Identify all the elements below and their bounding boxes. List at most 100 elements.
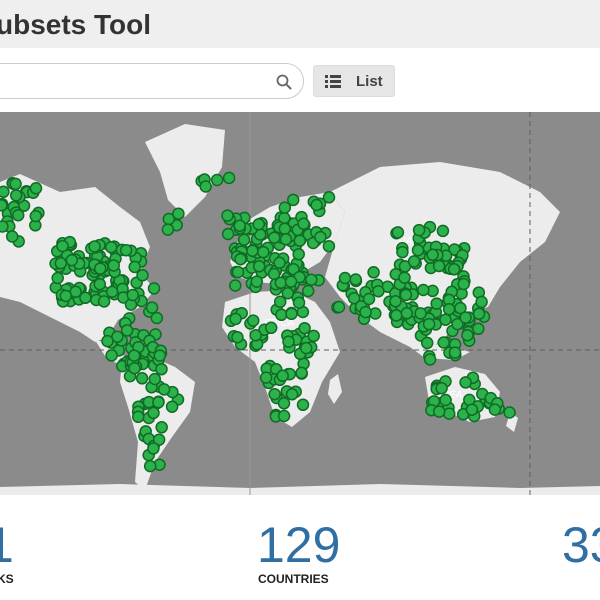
site-marker[interactable] <box>488 403 502 416</box>
site-marker[interactable] <box>152 396 165 409</box>
site-marker[interactable] <box>268 231 281 244</box>
site-marker[interactable] <box>136 269 149 282</box>
site-marker[interactable] <box>275 308 288 322</box>
site-marker[interactable] <box>423 353 437 366</box>
site-marker[interactable] <box>246 244 259 258</box>
site-marker[interactable] <box>465 403 479 416</box>
site-marker[interactable] <box>295 366 308 380</box>
site-marker[interactable] <box>417 283 430 297</box>
site-marker[interactable] <box>414 307 427 320</box>
site-marker[interactable] <box>231 265 245 279</box>
site-marker[interactable] <box>252 260 266 273</box>
site-marker[interactable] <box>147 406 160 420</box>
site-marker[interactable] <box>447 263 461 276</box>
site-marker[interactable] <box>442 302 456 316</box>
site-marker[interactable] <box>199 180 212 193</box>
site-marker[interactable] <box>432 259 446 273</box>
site-marker[interactable] <box>79 291 92 305</box>
site-marker[interactable] <box>127 349 141 362</box>
site-marker[interactable] <box>93 277 107 291</box>
site-marker[interactable] <box>233 219 246 232</box>
site-marker[interactable] <box>305 273 318 286</box>
site-marker[interactable] <box>249 329 262 342</box>
site-marker[interactable] <box>264 321 278 335</box>
site-marker[interactable] <box>0 199 8 212</box>
site-marker[interactable] <box>420 336 434 350</box>
site-marker[interactable] <box>281 286 295 300</box>
site-marker[interactable] <box>165 400 179 413</box>
site-marker[interactable] <box>59 289 73 303</box>
site-marker[interactable] <box>5 230 19 243</box>
site-marker[interactable] <box>147 442 160 455</box>
site-marker[interactable] <box>293 234 307 247</box>
site-marker[interactable] <box>234 252 247 266</box>
site-marker[interactable] <box>229 279 242 292</box>
site-marker[interactable] <box>148 372 162 386</box>
site-marker[interactable] <box>442 407 456 420</box>
site-marker[interactable] <box>412 223 426 237</box>
site-marker[interactable] <box>422 317 436 331</box>
site-marker[interactable] <box>349 273 362 286</box>
site-marker[interactable] <box>389 295 402 308</box>
site-marker[interactable] <box>279 233 293 246</box>
site-marker[interactable] <box>161 223 175 236</box>
site-marker[interactable] <box>407 255 421 268</box>
search-box[interactable] <box>0 63 304 99</box>
site-marker[interactable] <box>221 227 235 241</box>
site-marker[interactable] <box>297 217 310 231</box>
site-marker[interactable] <box>285 387 299 401</box>
site-marker[interactable] <box>436 224 450 238</box>
site-marker[interactable] <box>278 201 292 214</box>
site-marker[interactable] <box>105 349 118 362</box>
site-marker[interactable] <box>157 383 171 396</box>
site-marker[interactable] <box>172 207 185 220</box>
site-marker[interactable] <box>222 171 236 185</box>
site-marker[interactable] <box>65 253 79 267</box>
site-marker[interactable] <box>268 387 281 401</box>
site-marker[interactable] <box>29 182 43 195</box>
site-marker[interactable] <box>390 309 403 322</box>
world-map[interactable]: Atlantic Ocean FRICA SIA Indian Ocean Pa… <box>0 112 600 495</box>
site-marker[interactable] <box>126 288 140 302</box>
site-marker[interactable] <box>11 208 25 222</box>
site-marker[interactable] <box>277 409 291 423</box>
site-marker[interactable] <box>229 312 242 326</box>
site-marker[interactable] <box>155 362 168 376</box>
site-marker[interactable] <box>292 247 305 261</box>
site-marker[interactable] <box>231 330 244 344</box>
site-marker[interactable] <box>0 185 10 199</box>
site-marker[interactable] <box>128 361 141 375</box>
site-marker[interactable] <box>435 381 448 395</box>
site-marker[interactable] <box>338 271 352 285</box>
site-marker[interactable] <box>97 295 111 308</box>
site-marker[interactable] <box>411 243 425 257</box>
site-marker[interactable] <box>56 239 69 253</box>
site-marker[interactable] <box>54 257 68 270</box>
site-marker[interactable] <box>367 266 380 279</box>
search-input[interactable] <box>7 70 231 94</box>
site-marker[interactable] <box>396 245 409 259</box>
site-marker[interactable] <box>278 222 292 236</box>
site-marker[interactable] <box>400 307 414 320</box>
site-marker[interactable] <box>9 177 22 191</box>
site-marker[interactable] <box>120 324 134 337</box>
site-marker[interactable] <box>292 296 306 309</box>
site-marker[interactable] <box>88 240 101 253</box>
site-marker[interactable] <box>274 276 288 290</box>
site-marker[interactable] <box>307 329 320 343</box>
site-marker[interactable] <box>104 240 118 254</box>
site-marker[interactable] <box>391 226 405 239</box>
site-marker[interactable] <box>310 198 323 212</box>
site-marker[interactable] <box>437 336 450 349</box>
site-marker[interactable] <box>147 282 161 295</box>
site-marker[interactable] <box>105 285 119 299</box>
site-marker[interactable] <box>145 301 159 314</box>
site-marker[interactable] <box>472 322 485 336</box>
site-marker[interactable] <box>259 371 273 384</box>
site-marker[interactable] <box>299 341 313 355</box>
site-marker[interactable] <box>285 307 298 321</box>
site-marker[interactable] <box>276 369 289 383</box>
site-marker[interactable] <box>332 300 346 314</box>
site-marker[interactable] <box>93 262 107 275</box>
site-marker[interactable] <box>359 305 372 319</box>
